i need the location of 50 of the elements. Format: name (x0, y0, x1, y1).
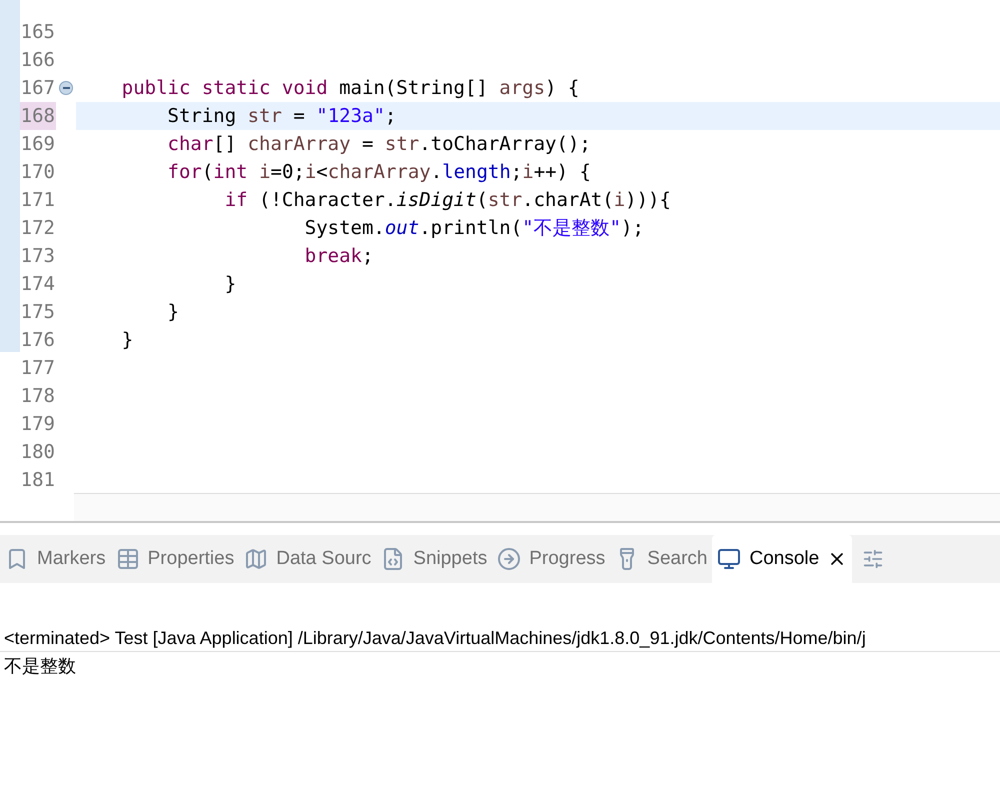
code-line: String str = "123a"; (166, 104, 396, 129)
line-number: 169 (20, 132, 56, 157)
line-number: 166 (20, 48, 56, 73)
line-number: 180 (20, 440, 56, 465)
panel-tab[interactable]: Progress (492, 535, 610, 583)
line-number: 171 (20, 188, 56, 213)
line-number: 165 (20, 20, 56, 45)
panel-tab[interactable]: Snippets (376, 535, 492, 583)
tab-label: Console (749, 546, 820, 571)
line-number: 167 (20, 76, 56, 101)
line-number: 181 (20, 468, 56, 493)
panel-tab[interactable]: Console (712, 535, 852, 583)
console-line: 不是整数 (3, 655, 77, 678)
code-line: for(int i=0;i<charArray.length;i++) { (166, 160, 591, 185)
line-number: 170 (20, 160, 56, 185)
panel-tab[interactable]: Markers (0, 535, 111, 583)
line-number: 173 (20, 244, 56, 269)
code-line: break; (304, 244, 374, 269)
collapse-icon[interactable] (59, 81, 73, 95)
console-header: <terminated> Test [Java Application] /Library/Java/JavaVirtualMachines/jdk1.8.0_91.jdk/Contents/Home/bin/j (0, 625, 1000, 652)
code-line: char[] charArray = str.toCharArray(); (166, 132, 591, 157)
line-number: 178 (20, 384, 56, 409)
code-line: System.out.println("不是整数"); (304, 216, 644, 241)
tab-icon (116, 547, 140, 571)
horizontal-scrollbar[interactable] (74, 493, 1000, 521)
panel-tab[interactable]: Data Sourc (239, 535, 376, 583)
code-line: } (120, 328, 134, 353)
panel-tab[interactable]: Search (610, 535, 712, 583)
panel-tab[interactable]: Properties (110, 535, 240, 583)
tab-label: Markers (37, 546, 106, 571)
tab-label: Properties (148, 546, 234, 571)
view-menu-icon[interactable] (862, 548, 884, 570)
line-number: 176 (20, 328, 56, 353)
line-number: 174 (20, 272, 56, 297)
line-number: 179 (20, 412, 56, 437)
line-number: 172 (20, 216, 56, 241)
tab-icon (244, 547, 268, 571)
tab-label: Data Sourc (276, 546, 372, 571)
code-line: } (224, 272, 236, 297)
tab-icon (497, 547, 522, 571)
line-number: 175 (20, 300, 56, 325)
code-line: public static void main(String[] args) { (120, 76, 580, 101)
tab-icon (717, 547, 742, 571)
line-number: 168 (20, 102, 56, 130)
code-line: } (166, 300, 179, 325)
line-number: 177 (20, 356, 56, 381)
tab-label: Search (647, 546, 708, 571)
code-line: if (!Character.isDigit(str.charAt(i))){ (224, 188, 671, 213)
tab-label: Snippets (413, 546, 488, 571)
tab-label: Progress (529, 546, 606, 571)
